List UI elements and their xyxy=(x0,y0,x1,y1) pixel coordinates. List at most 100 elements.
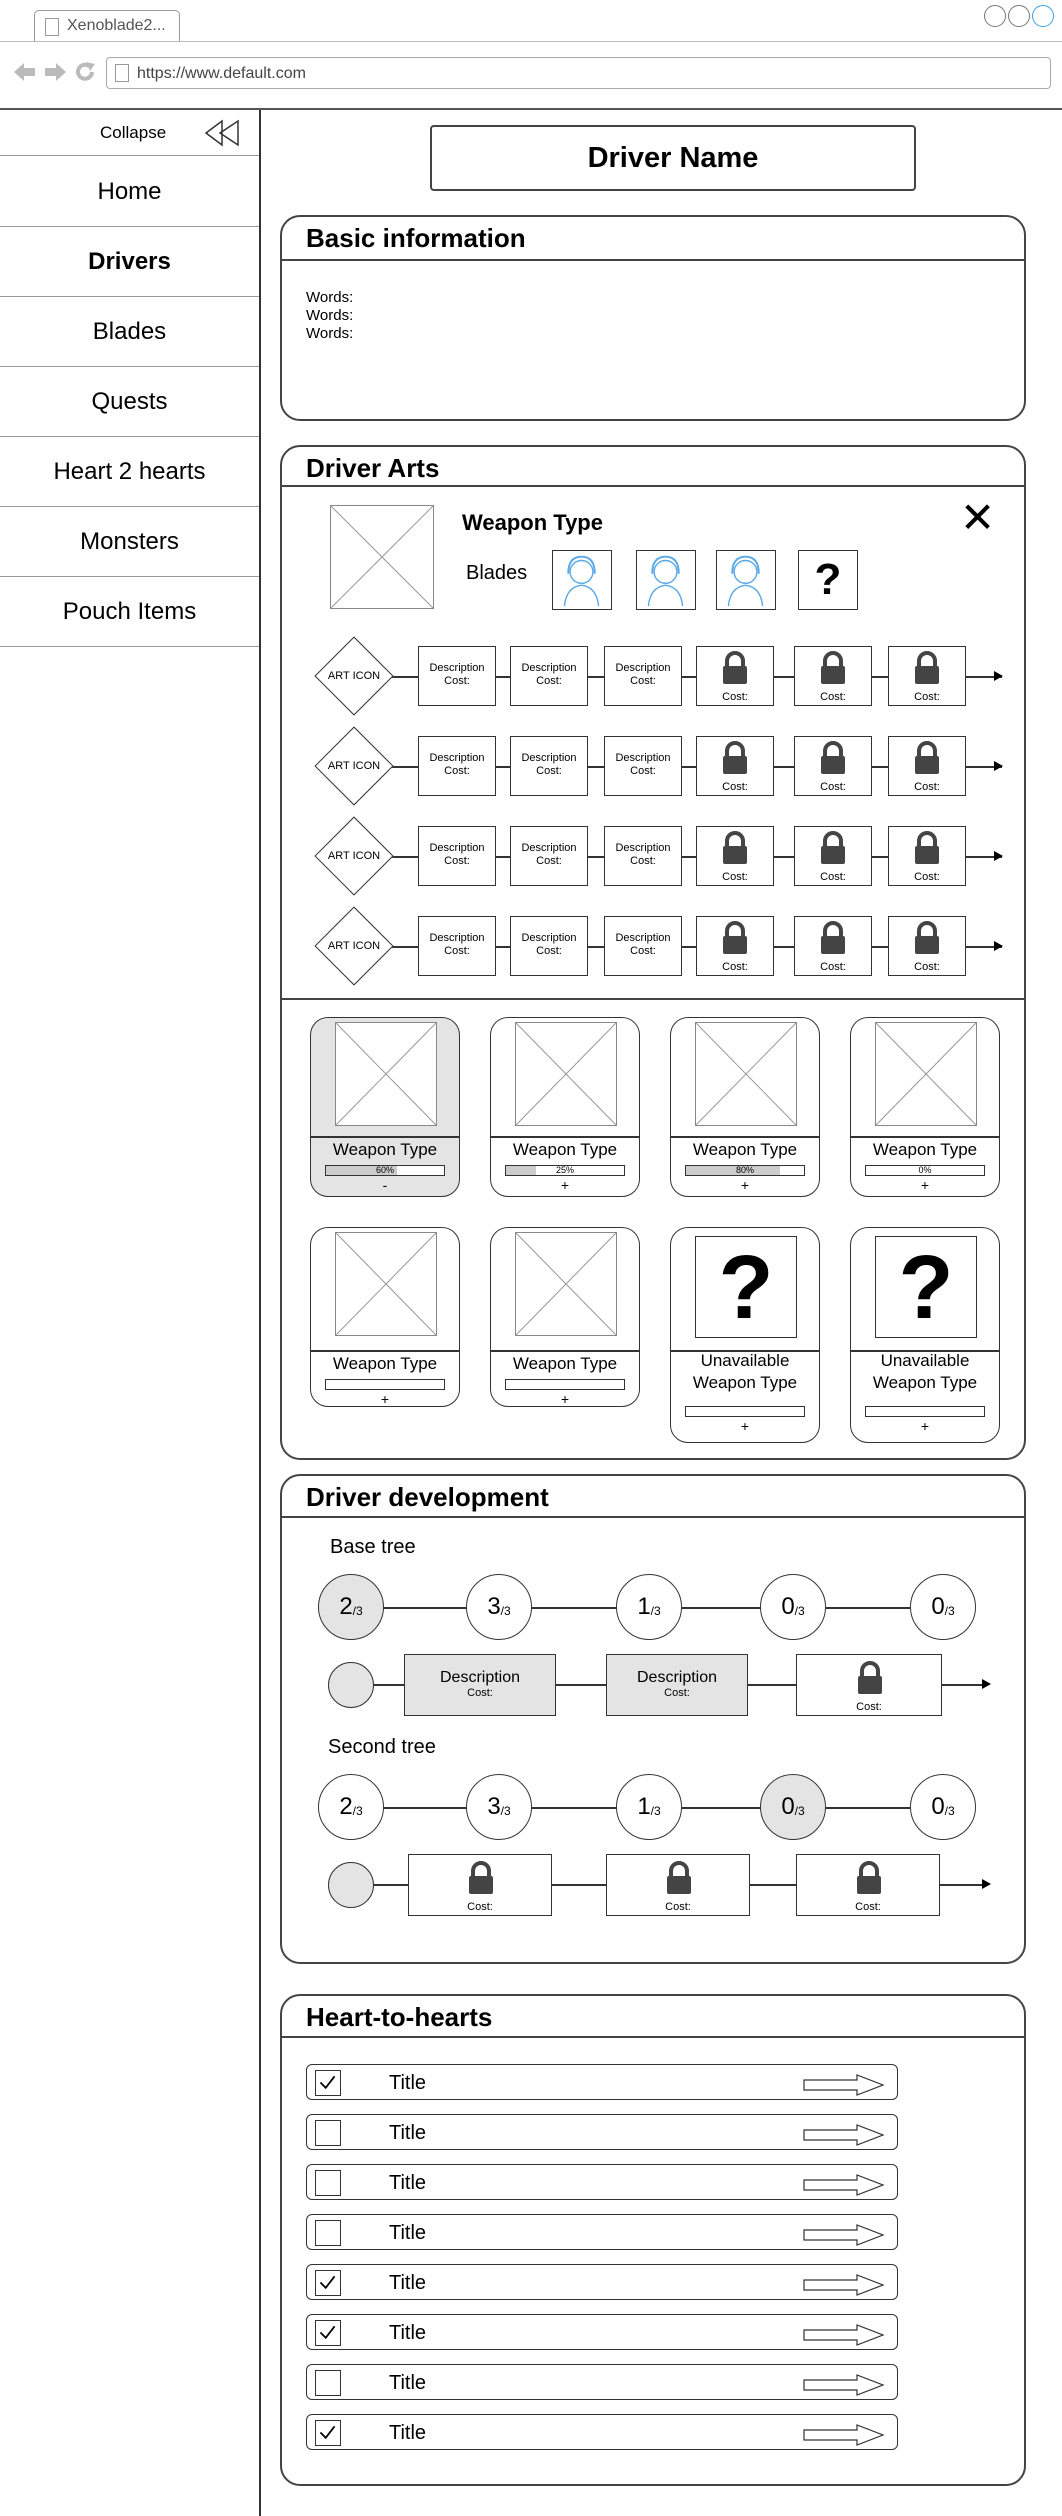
skill-level-node[interactable]: 0/3 xyxy=(910,1574,976,1640)
skill-node[interactable]: Description Cost: xyxy=(606,1654,748,1716)
heart-to-heart-item[interactable]: Title xyxy=(306,2264,898,2300)
reload-icon[interactable] xyxy=(74,61,96,83)
art-upgrade-node[interactable]: Description Cost: xyxy=(418,646,496,706)
art-upgrade-node[interactable]: Description Cost: xyxy=(510,826,588,886)
collapse-button[interactable]: Collapse xyxy=(0,110,259,156)
arrow-right-icon[interactable] xyxy=(803,2274,885,2296)
heart-to-heart-item[interactable]: Title xyxy=(306,2064,898,2100)
locked-art-node[interactable]: Cost: xyxy=(794,736,872,796)
weapon-card[interactable]: Weapon Type 80% + xyxy=(670,1017,820,1197)
browser-tab[interactable]: Xenoblade2... xyxy=(34,10,180,42)
add-weapon-button[interactable]: + xyxy=(311,1391,459,1407)
locked-skill-node[interactable]: Cost: xyxy=(796,1654,942,1716)
blade-portrait[interactable] xyxy=(552,550,612,610)
unknown-blade-slot[interactable]: ? xyxy=(798,550,858,610)
checkbox-unchecked[interactable] xyxy=(315,2370,341,2396)
arrow-right-icon[interactable] xyxy=(803,2374,885,2396)
weapon-card[interactable]: Weapon Type + xyxy=(310,1227,460,1407)
locked-art-node[interactable]: Cost: xyxy=(696,826,774,886)
art-upgrade-node[interactable]: Description Cost: xyxy=(418,826,496,886)
blade-portrait[interactable] xyxy=(716,550,776,610)
art-upgrade-node[interactable]: Description Cost: xyxy=(510,646,588,706)
sidebar-item-blades[interactable]: Blades xyxy=(0,297,259,367)
add-weapon-button[interactable]: + xyxy=(851,1418,999,1434)
sidebar-item-pouch-items[interactable]: Pouch Items xyxy=(0,577,259,647)
checkbox-checked[interactable] xyxy=(315,2320,341,2346)
weapon-card[interactable]: Weapon Type 0% + xyxy=(850,1017,1000,1197)
skill-level-node[interactable]: 2/3 xyxy=(318,1574,384,1640)
checkbox-unchecked[interactable] xyxy=(315,2220,341,2246)
skill-level-node[interactable]: 0/3 xyxy=(910,1774,976,1840)
checkbox-unchecked[interactable] xyxy=(315,2120,341,2146)
art-upgrade-node[interactable]: Description Cost: xyxy=(604,736,682,796)
forward-icon[interactable] xyxy=(44,62,66,82)
art-upgrade-node[interactable]: Description Cost: xyxy=(510,736,588,796)
locked-skill-node[interactable]: Cost: xyxy=(606,1854,750,1916)
locked-art-node[interactable]: Cost: xyxy=(794,646,872,706)
arrow-right-icon[interactable] xyxy=(803,2224,885,2246)
arrow-right-icon[interactable] xyxy=(803,2124,885,2146)
heart-to-heart-item[interactable]: Title xyxy=(306,2114,898,2150)
arrow-right-icon[interactable] xyxy=(803,2074,885,2096)
add-weapon-button[interactable]: + xyxy=(671,1177,819,1193)
heart-to-heart-item[interactable]: Title xyxy=(306,2414,898,2450)
skill-level-node[interactable]: 1/3 xyxy=(616,1574,682,1640)
back-icon[interactable] xyxy=(14,62,36,82)
checkbox-checked[interactable] xyxy=(315,2070,341,2096)
locked-art-node[interactable]: Cost: xyxy=(888,646,966,706)
locked-art-node[interactable]: Cost: xyxy=(696,646,774,706)
locked-art-node[interactable]: Cost: xyxy=(888,736,966,796)
locked-skill-node[interactable]: Cost: xyxy=(408,1854,552,1916)
sidebar-item-quests[interactable]: Quests xyxy=(0,367,259,437)
art-upgrade-node[interactable]: Description Cost: xyxy=(604,826,682,886)
locked-art-node[interactable]: Cost: xyxy=(794,826,872,886)
locked-art-node[interactable]: Cost: xyxy=(696,916,774,976)
locked-skill-node[interactable]: Cost: xyxy=(796,1854,940,1916)
skill-level-node[interactable]: 0/3 xyxy=(760,1774,826,1840)
remove-weapon-button[interactable]: - xyxy=(311,1177,459,1193)
add-weapon-button[interactable]: + xyxy=(851,1177,999,1193)
add-weapon-button[interactable]: + xyxy=(671,1418,819,1434)
weapon-card[interactable]: Weapon Type 25% + xyxy=(490,1017,640,1197)
skill-level-node[interactable]: 3/3 xyxy=(466,1774,532,1840)
sidebar-item-home[interactable]: Home xyxy=(0,157,259,227)
sidebar-item-monsters[interactable]: Monsters xyxy=(0,507,259,577)
close-window-button[interactable] xyxy=(1032,5,1054,27)
blade-portrait[interactable] xyxy=(636,550,696,610)
skill-level-node[interactable]: 3/3 xyxy=(466,1574,532,1640)
unavailable-weapon-card[interactable]: ? Unavailable Weapon Type + xyxy=(670,1227,820,1443)
sidebar-item-heart-2-hearts[interactable]: Heart 2 hearts xyxy=(0,437,259,507)
locked-art-node[interactable]: Cost: xyxy=(888,826,966,886)
maximize-button[interactable] xyxy=(1008,5,1030,27)
heart-to-heart-item[interactable]: Title xyxy=(306,2164,898,2200)
minimize-button[interactable] xyxy=(984,5,1006,27)
locked-art-node[interactable]: Cost: xyxy=(794,916,872,976)
add-weapon-button[interactable]: + xyxy=(491,1391,639,1407)
art-upgrade-node[interactable]: Description Cost: xyxy=(604,646,682,706)
arrow-right-icon[interactable] xyxy=(803,2424,885,2446)
art-upgrade-node[interactable]: Description Cost: xyxy=(510,916,588,976)
arrow-right-icon[interactable] xyxy=(803,2324,885,2346)
art-upgrade-node[interactable]: Description Cost: xyxy=(418,916,496,976)
heart-to-heart-item[interactable]: Title xyxy=(306,2214,898,2250)
skill-level-node[interactable]: 0/3 xyxy=(760,1574,826,1640)
address-bar[interactable]: https://www.default.com xyxy=(106,57,1051,89)
checkbox-checked[interactable] xyxy=(315,2270,341,2296)
checkbox-checked[interactable] xyxy=(315,2420,341,2446)
sidebar-item-drivers[interactable]: Drivers xyxy=(0,227,259,297)
locked-art-node[interactable]: Cost: xyxy=(888,916,966,976)
weapon-card[interactable]: Weapon Type + xyxy=(490,1227,640,1407)
heart-to-heart-item[interactable]: Title xyxy=(306,2364,898,2400)
add-weapon-button[interactable]: + xyxy=(491,1177,639,1193)
arrow-right-icon[interactable] xyxy=(803,2174,885,2196)
skill-level-node[interactable]: 2/3 xyxy=(318,1774,384,1840)
art-upgrade-node[interactable]: Description Cost: xyxy=(418,736,496,796)
unavailable-weapon-card[interactable]: ? Unavailable Weapon Type + xyxy=(850,1227,1000,1443)
close-button[interactable]: ✕ xyxy=(960,497,995,539)
weapon-card[interactable]: Weapon Type 60% - xyxy=(310,1017,460,1197)
skill-node[interactable]: Description Cost: xyxy=(404,1654,556,1716)
art-upgrade-node[interactable]: Description Cost: xyxy=(604,916,682,976)
heart-to-heart-item[interactable]: Title xyxy=(306,2314,898,2350)
skill-level-node[interactable]: 1/3 xyxy=(616,1774,682,1840)
checkbox-unchecked[interactable] xyxy=(315,2170,341,2196)
